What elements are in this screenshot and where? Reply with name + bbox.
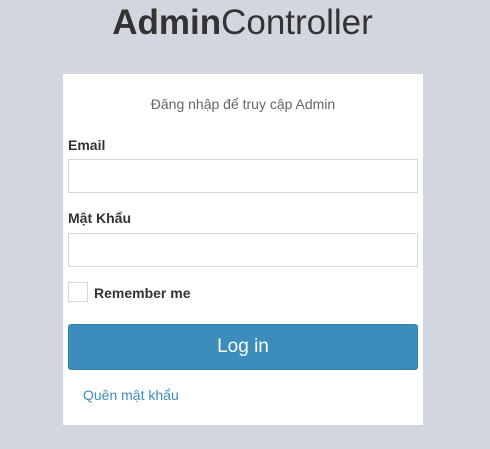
logo-regular-text: Controller bbox=[221, 3, 373, 42]
app-logo[interactable]: AdminController bbox=[0, 3, 485, 43]
password-field[interactable] bbox=[68, 233, 418, 267]
login-button[interactable]: Log in bbox=[68, 324, 418, 370]
login-box-message: Đăng nhập để truy cập Admin bbox=[150, 96, 336, 112]
remember-me-checkbox[interactable] bbox=[68, 282, 88, 302]
password-label: Mật Khẩu bbox=[68, 210, 131, 226]
remember-me-label[interactable]: Remember me bbox=[94, 285, 191, 301]
email-field[interactable] bbox=[68, 159, 418, 193]
forgot-password-link[interactable]: Quên mật khẩu bbox=[83, 387, 179, 403]
email-label: Email bbox=[68, 137, 106, 153]
logo-bold-text: Admin bbox=[112, 3, 222, 42]
login-box: Đăng nhập để truy cập Admin Email Mật Kh… bbox=[63, 74, 423, 425]
